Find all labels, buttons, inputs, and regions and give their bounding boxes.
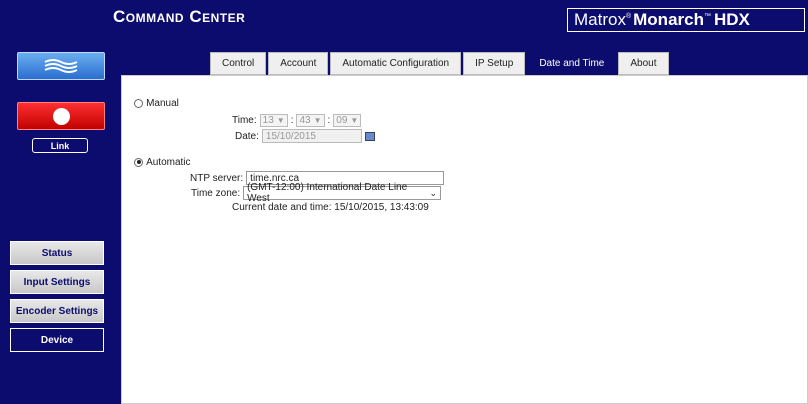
calendar-icon[interactable] — [364, 131, 375, 141]
nav-device[interactable]: Device — [10, 328, 104, 352]
timezone-label: Time zone: — [191, 187, 241, 199]
date-field[interactable]: 15/10/2015 — [261, 129, 362, 143]
brand-logo: Matrox ® Monarch ™ HDX — [567, 8, 805, 32]
ntp-label: NTP server: — [190, 172, 244, 184]
tab-about[interactable]: About — [618, 52, 669, 75]
time-row: Time: 13 ▼ : 43 ▼ : 09 ▼ — [232, 114, 362, 127]
nav-status[interactable]: Status — [10, 241, 104, 265]
automatic-option[interactable]: Automatic — [134, 156, 191, 168]
current-datetime: Current date and time: 15/10/2015, 13:43… — [232, 202, 429, 213]
record-icon — [52, 107, 70, 125]
date-time-panel: Manual Time: 13 ▼ : 43 ▼ : 09 ▼ Date: 15/10… — [121, 75, 808, 404]
tab-bar: Control Account Automatic Configuration … — [210, 52, 671, 76]
manual-radio[interactable] — [134, 98, 143, 108]
chevron-down-icon: ▼ — [350, 116, 359, 125]
date-label: Date: — [235, 130, 259, 142]
time-label: Time: — [232, 115, 257, 126]
brand-left: Matrox — [574, 10, 626, 29]
brand-right: Monarch — [633, 10, 704, 29]
chevron-down-icon: ⌄ — [429, 187, 438, 198]
brand-suffix: HDX — [713, 10, 750, 29]
tab-date-and-time[interactable]: Date and Time — [527, 52, 617, 75]
tab-control[interactable]: Control — [210, 52, 267, 75]
date-row: Date: 15/10/2015 — [235, 129, 375, 143]
timezone-select[interactable]: (GMT-12:00) International Date Line West… — [243, 182, 442, 204]
stream-logo-icon[interactable] — [17, 52, 105, 80]
app-title: Command Center — [113, 7, 246, 26]
hour-select[interactable]: 13 ▼ — [259, 114, 288, 127]
nav-input-settings[interactable]: Input Settings — [10, 270, 104, 294]
automatic-label: Automatic — [146, 157, 191, 168]
manual-label: Manual — [146, 98, 179, 109]
tab-automatic-configuration[interactable]: Automatic Configuration — [330, 52, 462, 75]
automatic-radio[interactable] — [134, 157, 143, 167]
tab-account[interactable]: Account — [268, 52, 329, 75]
nav-encoder-settings[interactable]: Encoder Settings — [10, 299, 104, 323]
minute-select[interactable]: 43 ▼ — [296, 114, 325, 127]
timezone-row: Time zone: (GMT-12:00) International Dat… — [191, 182, 442, 204]
record-button[interactable] — [17, 102, 105, 130]
link-button[interactable]: Link — [32, 138, 88, 153]
tab-ip-setup[interactable]: IP Setup — [463, 52, 526, 75]
second-select[interactable]: 09 ▼ — [333, 114, 362, 127]
chevron-down-icon: ▼ — [276, 116, 285, 125]
manual-option[interactable]: Manual — [134, 97, 179, 109]
chevron-down-icon: ▼ — [313, 116, 322, 125]
